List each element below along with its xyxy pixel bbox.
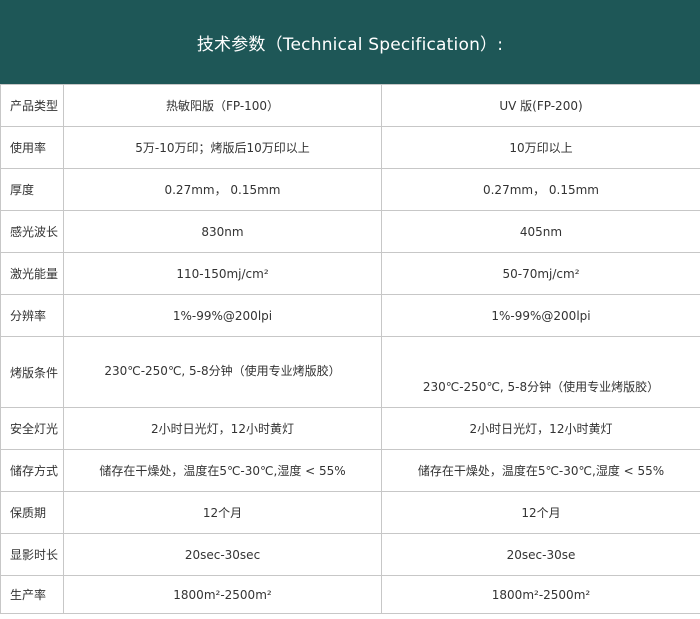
thermal-value: 1800m²-2500m² [63,575,382,614]
row-label-developing-time: 显影时长 [0,533,64,576]
uv-value: 405nm [381,210,700,253]
uv-value: 1800m²-2500m² [381,575,700,614]
row-label-shelf-life: 保质期 [0,491,64,534]
table-row: 显影时长 20sec-30sec 20sec-30se [0,533,700,576]
table-row: 保质期 12个月 12个月 [0,491,700,534]
row-label-productivity: 生产率 [0,575,64,614]
spec-sheet: 技术参数（Technical Specification）: 产品类型 热敏阳版… [0,0,700,619]
thermal-value: 20sec-30sec [63,533,382,576]
thermal-value: 0.27mm， 0.15mm [63,168,382,211]
uv-value: 10万印以上 [381,126,700,169]
thermal-value: 230℃-250℃, 5-8分钟（使用专业烤版胶） [63,336,382,408]
title-bar: 技术参数（Technical Specification）: [0,0,700,84]
thermal-value: 12个月 [63,491,382,534]
thermal-value: 110-150mj/cm² [63,252,382,295]
table-row: 产品类型 热敏阳版（FP-100） UV 版(FP-200) [0,84,700,127]
uv-value: 20sec-30se [381,533,700,576]
table-row: 生产率 1800m²-2500m² 1800m²-2500m² [0,575,700,614]
thermal-value: 储存在干燥处，温度在5℃-30℃,湿度 < 55% [63,449,382,492]
row-label-storage: 储存方式 [0,449,64,492]
table-row: 厚度 0.27mm， 0.15mm 0.27mm， 0.15mm [0,168,700,211]
table-row: 储存方式 储存在干燥处，温度在5℃-30℃,湿度 < 55% 储存在干燥处，温度… [0,449,700,492]
row-label-resolution: 分辨率 [0,294,64,337]
row-label-wavelength: 感光波长 [0,210,64,253]
uv-value: UV 版(FP-200) [381,84,700,127]
uv-value: 1%-99%@200lpi [381,294,700,337]
table-row: 使用率 5万-10万印；烤版后10万印以上 10万印以上 [0,126,700,169]
row-label-product-type: 产品类型 [0,84,64,127]
thermal-value: 2小时日光灯，12小时黄灯 [63,407,382,450]
spec-table: 产品类型 热敏阳版（FP-100） UV 版(FP-200) 使用率 5万-10… [0,84,700,614]
row-label-laser-energy: 激光能量 [0,252,64,295]
uv-value: 2小时日光灯，12小时黄灯 [381,407,700,450]
thermal-value: 1%-99%@200lpi [63,294,382,337]
uv-value: 12个月 [381,491,700,534]
thermal-value: 5万-10万印；烤版后10万印以上 [63,126,382,169]
table-row: 感光波长 830nm 405nm [0,210,700,253]
thermal-value: 热敏阳版（FP-100） [63,84,382,127]
row-label-usage: 使用率 [0,126,64,169]
row-label-baking: 烤版条件 [0,336,64,408]
row-label-thickness: 厚度 [0,168,64,211]
row-label-safelight: 安全灯光 [0,407,64,450]
uv-baking-text: 230℃-250℃, 5-8分钟（使用专业烤版胶） [422,379,660,394]
table-row: 烤版条件 230℃-250℃, 5-8分钟（使用专业烤版胶） 230℃-250℃… [0,336,700,408]
uv-value: 50-70mj/cm² [381,252,700,295]
uv-value: 储存在干燥处，温度在5℃-30℃,湿度 < 55% [381,449,700,492]
thermal-value: 830nm [63,210,382,253]
table-row: 安全灯光 2小时日光灯，12小时黄灯 2小时日光灯，12小时黄灯 [0,407,700,450]
page-title: 技术参数（Technical Specification）: [196,34,504,55]
uv-value: 0.27mm， 0.15mm [381,168,700,211]
table-row: 分辨率 1%-99%@200lpi 1%-99%@200lpi [0,294,700,337]
table-row: 激光能量 110-150mj/cm² 50-70mj/cm² [0,252,700,295]
thermal-baking-text: 230℃-250℃, 5-8分钟（使用专业烤版胶） [104,363,341,378]
uv-value: 230℃-250℃, 5-8分钟（使用专业烤版胶） [381,336,700,408]
